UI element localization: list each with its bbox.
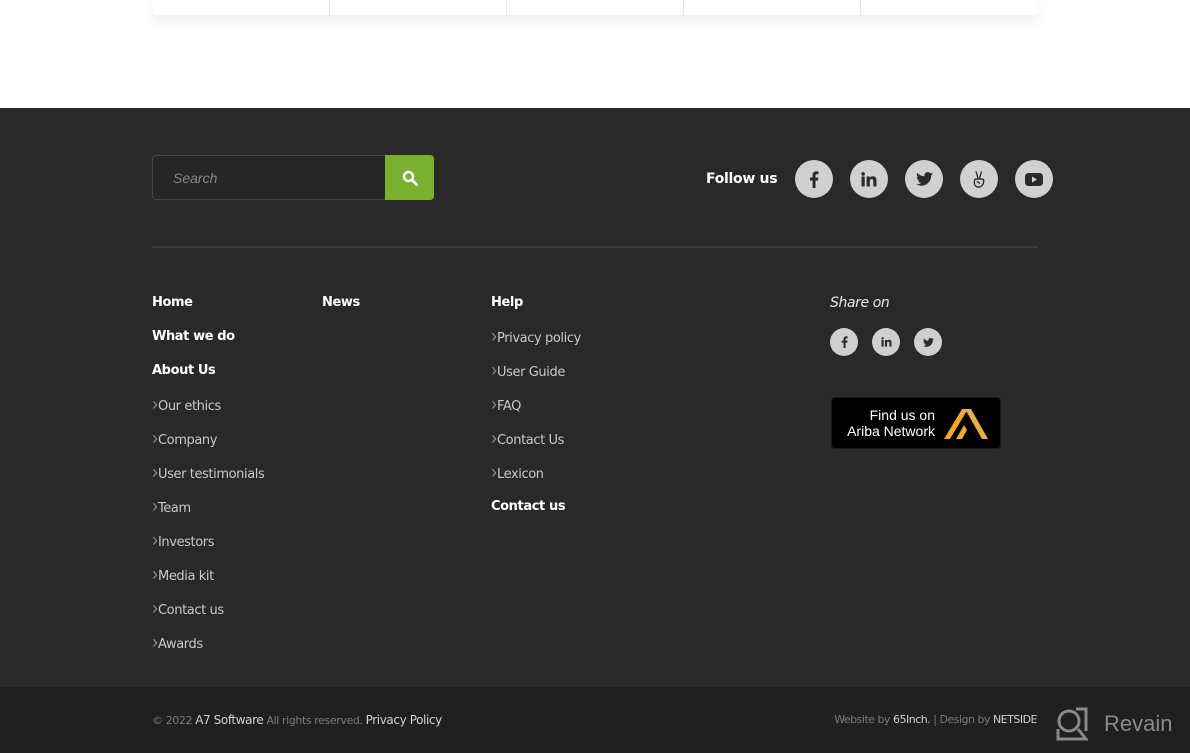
table-cell xyxy=(153,0,330,15)
company-link[interactable]: A7 Software xyxy=(195,713,264,727)
footer-sublink-our-ethics[interactable]: ›Our ethics xyxy=(152,395,264,430)
footer-sublink-label: Contact Us xyxy=(497,433,564,448)
linkedin-icon xyxy=(880,337,891,347)
revain-logo-icon xyxy=(1056,707,1088,741)
search-input[interactable] xyxy=(152,155,385,200)
revain-watermark: Revain xyxy=(1056,707,1172,741)
footer-link-about-us[interactable]: About Us xyxy=(152,362,264,396)
footer-sublink-faq[interactable]: ›FAQ xyxy=(491,395,581,430)
design-by-link[interactable]: NETSIDE xyxy=(993,713,1038,726)
table-cell xyxy=(507,0,684,15)
search-icon xyxy=(402,170,418,186)
footer-sublink-label: User Guide xyxy=(497,365,565,380)
footer-column-help: Help ›Privacy policy ›User Guide ›FAQ ›Conta… xyxy=(491,294,581,532)
table-cell xyxy=(684,0,861,15)
page-top-area xyxy=(0,0,1190,108)
share-linkedin-button[interactable] xyxy=(872,328,900,356)
credits: Website by 65Inch. | Design by NETSIDE xyxy=(834,713,1037,726)
footer-bottom-bar: © 2022 A7 Software All rights reserved. … xyxy=(0,687,1190,753)
footer-sublink-user-testimonials[interactable]: ›User testimonials xyxy=(152,463,265,498)
footer-sublink-label: Our ethics xyxy=(158,399,221,414)
footer-sublink-label: Media kit xyxy=(158,569,214,584)
footer-sublink-label: Team xyxy=(158,501,191,516)
footer-link-what-we-do[interactable]: What we do xyxy=(152,328,264,362)
footer-link-contact-us[interactable]: Contact us xyxy=(491,498,581,532)
linkedin-icon xyxy=(861,171,877,186)
footer-sublink-privacy-policy[interactable]: ›Privacy policy xyxy=(491,327,581,362)
ariba-network-badge[interactable]: Find us on Ariba Network xyxy=(831,397,1001,449)
footer-sublink-awards[interactable]: ›Awards xyxy=(152,633,264,668)
ariba-badge-text: Find us on Ariba Network xyxy=(832,407,935,439)
content-table-bottom xyxy=(153,0,1037,15)
follow-us-label: Follow us xyxy=(706,171,778,187)
website-by-label: Website by xyxy=(834,713,891,726)
footer-divider xyxy=(152,246,1038,248)
footer-sublink-user-guide[interactable]: ›User Guide xyxy=(491,361,581,396)
footer-sublink-label: Contact us xyxy=(158,603,224,618)
footer-sublink-contact-us[interactable]: ›Contact Us xyxy=(491,429,581,464)
footer-sublink-label: Awards xyxy=(158,637,203,652)
footer-sublink-label: Investors xyxy=(158,535,215,550)
follow-linkedin-button[interactable] xyxy=(850,160,889,198)
ariba-line2: Ariba Network xyxy=(847,423,935,439)
website-by-link[interactable]: 65Inch. xyxy=(893,713,931,726)
share-twitter-button[interactable] xyxy=(914,328,942,356)
footer-link-home[interactable]: Home xyxy=(152,294,264,328)
footer-sublink-label: FAQ xyxy=(497,399,521,414)
footer-sublink-label: Lexicon xyxy=(497,467,544,482)
footer-column-news: News xyxy=(322,294,360,328)
angellist-icon xyxy=(973,170,985,188)
design-by-label: Design by xyxy=(939,713,990,726)
share-facebook-button[interactable] xyxy=(830,328,858,356)
share-on-label: Share on xyxy=(830,295,890,311)
footer-sublink-label: Privacy policy xyxy=(497,331,581,346)
follow-us: Follow us xyxy=(706,160,1054,198)
copyright: © 2022 A7 Software All rights reserved. … xyxy=(152,713,442,727)
ariba-logo-icon xyxy=(944,409,988,439)
footer-sublink-lexicon[interactable]: ›Lexicon xyxy=(491,463,581,498)
credits-separator: | xyxy=(933,713,937,726)
twitter-icon xyxy=(915,172,933,186)
facebook-icon xyxy=(810,170,819,188)
search-button[interactable] xyxy=(385,155,434,200)
footer-link-help[interactable]: Help xyxy=(491,294,581,328)
rights-text: All rights reserved. xyxy=(266,714,363,727)
follow-angellist-button[interactable] xyxy=(960,160,999,198)
follow-facebook-button[interactable] xyxy=(795,160,834,198)
footer-sublink-company[interactable]: ›Company xyxy=(152,429,264,464)
footer-sublink-contact-us[interactable]: ›Contact us xyxy=(152,599,264,634)
table-cell xyxy=(330,0,507,15)
footer-link-news[interactable]: News xyxy=(322,294,360,328)
footer-column-company: Home What we do About Us ›Our ethics ›Compan… xyxy=(152,294,265,668)
footer-sublink-investors[interactable]: ›Investors xyxy=(152,531,264,566)
footer-sublink-team[interactable]: ›Team xyxy=(152,497,264,532)
site-footer: Follow us HomeWhat we doAbout Us›Our eth… xyxy=(0,108,1190,687)
share-on: Share on xyxy=(830,295,956,356)
footer-sublink-media-kit[interactable]: ›Media kit xyxy=(152,565,264,600)
ariba-line1: Find us on xyxy=(869,407,935,423)
share-icons xyxy=(830,328,956,356)
twitter-icon xyxy=(922,337,934,347)
revain-label: Revain xyxy=(1104,711,1173,736)
table-cell xyxy=(861,0,1037,15)
footer-sublink-label: Company xyxy=(158,433,218,448)
footer-sublink-label: User testimonials xyxy=(158,467,265,482)
follow-twitter-button[interactable] xyxy=(905,160,944,198)
youtube-icon xyxy=(1025,172,1044,186)
copyright-year: © 2022 xyxy=(152,714,193,727)
footer-search xyxy=(152,155,434,200)
facebook-icon xyxy=(841,336,848,348)
privacy-policy-link[interactable]: Privacy Policy xyxy=(366,713,443,727)
follow-youtube-button[interactable] xyxy=(1015,160,1054,198)
